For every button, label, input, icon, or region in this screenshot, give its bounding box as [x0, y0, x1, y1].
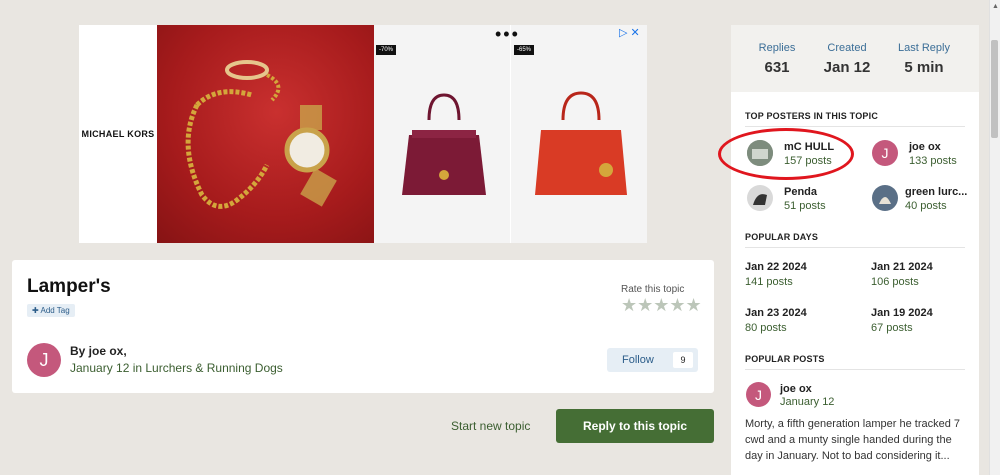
- scrollbar-thumb[interactable]: [991, 40, 998, 138]
- post-author-name[interactable]: joe ox: [780, 383, 812, 395]
- popular-day-date[interactable]: Jan 21 2024: [871, 261, 933, 273]
- post-date: January 12: [780, 396, 835, 408]
- post-author-avatar[interactable]: J: [746, 382, 771, 407]
- reply-to-topic-button[interactable]: Reply to this topic: [556, 409, 714, 443]
- follow-count-badge: 9: [673, 352, 693, 368]
- highlight-circle-annotation: [718, 128, 854, 180]
- rating-stars[interactable]: ★★★★★: [621, 295, 702, 316]
- stat-last-reply-label: Last Reply: [898, 42, 950, 54]
- follow-label: Follow: [622, 354, 654, 366]
- topic-date-forum-link[interactable]: January 12 in Lurchers & Running Dogs: [70, 361, 283, 375]
- divider: [745, 126, 965, 127]
- top-poster-name[interactable]: Penda: [784, 186, 817, 198]
- ad-brand-label: MICHAEL KORS: [81, 129, 155, 139]
- page-title: Lamper's: [27, 276, 111, 297]
- stat-replies-label: Replies: [758, 42, 796, 54]
- stat-created-label: Created: [827, 42, 867, 54]
- top-poster-count: 133 posts: [909, 155, 957, 167]
- ad-discount-tag: -70%: [376, 45, 397, 55]
- divider: [745, 247, 965, 248]
- add-tag-button[interactable]: ✚ Add Tag: [27, 304, 75, 317]
- stat-replies-value: 631: [764, 59, 790, 76]
- divider: [745, 369, 965, 370]
- top-poster-name[interactable]: green lurc...: [905, 186, 967, 198]
- topic-sidebar: Replies 631 Created Jan 12 Last Reply 5 …: [718, 25, 979, 475]
- ad-menu-icon[interactable]: •••: [495, 25, 520, 43]
- ad-handbag-red[interactable]: -65%: [511, 25, 647, 243]
- poster-avatar-photo[interactable]: [747, 185, 773, 211]
- popular-day-date[interactable]: Jan 22 2024: [745, 261, 807, 273]
- topic-stats: Replies 631 Created Jan 12 Last Reply 5 …: [731, 25, 979, 92]
- start-new-topic-link[interactable]: Start new topic: [451, 419, 530, 433]
- stat-last-reply-value[interactable]: 5 min: [884, 59, 964, 76]
- ad-jewelry-image[interactable]: [157, 25, 374, 243]
- rate-topic-label: Rate this topic: [621, 284, 685, 295]
- top-posters-heading: TOP POSTERS IN THIS TOPIC: [745, 111, 879, 121]
- author-avatar[interactable]: J: [27, 343, 61, 377]
- top-poster-count: 51 posts: [784, 200, 826, 212]
- post-excerpt[interactable]: Morty, a fifth generation lamper he trac…: [745, 416, 967, 464]
- popular-day-count: 67 posts: [871, 322, 913, 334]
- topic-header-card: Lamper's ✚ Add Tag Rate this topic ★★★★★…: [12, 260, 714, 393]
- ad-handbag-burgundy[interactable]: -70%: [374, 25, 510, 243]
- popular-day-count: 106 posts: [871, 276, 919, 288]
- poster-avatar-photo[interactable]: [872, 185, 898, 211]
- follow-button[interactable]: Follow 9: [607, 348, 698, 372]
- popular-day-count: 80 posts: [745, 322, 787, 334]
- popular-day-count: 141 posts: [745, 276, 793, 288]
- poster-avatar[interactable]: J: [872, 140, 898, 166]
- top-poster-count: 40 posts: [905, 200, 947, 212]
- advertisement-banner[interactable]: MICHAEL KORS -70% -65% ••• ▷ ✕: [79, 25, 647, 243]
- popular-day-date[interactable]: Jan 23 2024: [745, 307, 807, 319]
- popular-day-date[interactable]: Jan 19 2024: [871, 307, 933, 319]
- scroll-up-arrow-icon[interactable]: ▲: [992, 3, 999, 10]
- ad-discount-tag: -65%: [514, 45, 535, 55]
- top-poster-name[interactable]: joe ox: [909, 141, 941, 153]
- stat-created-value: Jan 12: [823, 59, 871, 76]
- popular-days-heading: POPULAR DAYS: [745, 232, 819, 242]
- popular-posts-heading: POPULAR POSTS: [745, 354, 825, 364]
- ad-choices-icon[interactable]: ▷ ✕: [619, 26, 640, 39]
- author-byline[interactable]: By joe ox,: [70, 344, 127, 358]
